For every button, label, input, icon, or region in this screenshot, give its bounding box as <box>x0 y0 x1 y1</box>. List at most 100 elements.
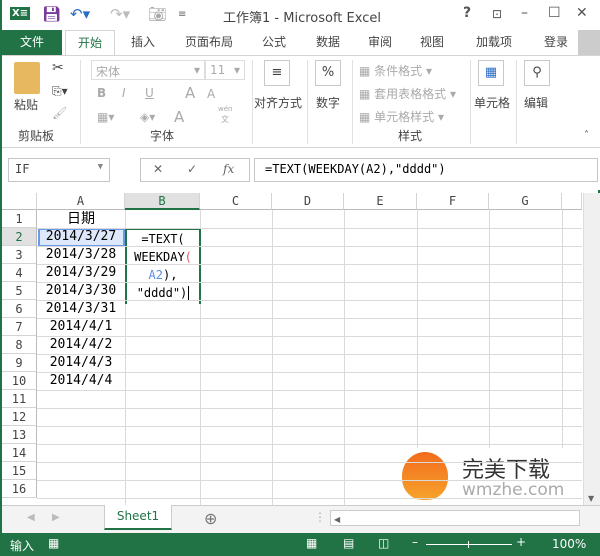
row-header-9[interactable]: 9 <box>2 354 37 372</box>
column-header-a[interactable]: A <box>37 193 125 210</box>
row-header-15[interactable]: 15 <box>2 462 37 480</box>
cell-a3[interactable]: 2014/3/28 <box>37 246 125 264</box>
splitter-handle[interactable]: ⋮ <box>314 510 326 524</box>
macro-record-icon[interactable]: ▦ <box>48 536 59 550</box>
maximize-icon[interactable]: ☐ <box>548 5 561 21</box>
cancel-button[interactable]: ✕ <box>153 162 163 176</box>
page-layout-view-icon[interactable]: ▤ <box>343 536 354 550</box>
scroll-down-icon[interactable]: ▼ <box>588 494 594 503</box>
tab-insert[interactable]: 插入 <box>120 30 166 55</box>
grow-font-button[interactable]: A <box>185 84 195 102</box>
zoom-slider[interactable] <box>426 541 512 548</box>
tab-review[interactable]: 审阅 <box>358 30 402 55</box>
column-header-f[interactable]: F <box>417 193 489 210</box>
column-header-e[interactable]: E <box>344 193 417 210</box>
zoom-out-button[interactable]: – <box>412 535 418 549</box>
minimize-icon[interactable]: – <box>521 5 528 21</box>
prev-sheet-icon[interactable]: ◀ <box>27 512 35 523</box>
tab-file[interactable]: 文件 <box>2 30 62 55</box>
row-header-14[interactable]: 14 <box>2 444 37 462</box>
find-binoculars-icon[interactable]: ⚲ <box>524 60 550 86</box>
font-size-select[interactable]: 11 ▾ <box>205 60 245 80</box>
normal-view-icon[interactable]: ▦ <box>306 536 317 550</box>
cell-a8[interactable]: 2014/4/2 <box>37 336 125 354</box>
cut-icon[interactable]: ✂ <box>52 60 64 76</box>
column-header-d[interactable]: D <box>272 193 344 210</box>
avatar[interactable] <box>578 30 600 55</box>
column-header-c[interactable]: C <box>200 193 272 210</box>
select-all-corner[interactable] <box>2 193 37 210</box>
align-icon[interactable]: ≡ <box>264 60 290 86</box>
cell-a6[interactable]: 2014/3/31 <box>37 300 125 318</box>
scroll-left-icon[interactable]: ◀ <box>331 515 340 524</box>
page-break-view-icon[interactable]: ◫ <box>378 536 389 550</box>
number-button[interactable]: 数字 <box>316 94 340 111</box>
tab-view[interactable]: 视图 <box>410 30 454 55</box>
enter-button[interactable]: ✓ <box>187 162 197 176</box>
sheet-tab-sheet1[interactable]: Sheet1 <box>104 505 172 530</box>
row-header-5[interactable]: 5 <box>2 282 37 300</box>
italic-button[interactable]: I <box>122 86 126 100</box>
row-header-16[interactable]: 16 <box>2 480 37 498</box>
shrink-font-button[interactable]: A <box>207 87 215 101</box>
cell-a10[interactable]: 2014/4/4 <box>37 372 125 390</box>
column-header-g[interactable]: G <box>489 193 562 210</box>
copy-icon[interactable]: ⎘▾ <box>52 84 68 99</box>
sign-in-link[interactable]: 登录 <box>538 30 574 55</box>
editing-cell-b2[interactable]: =TEXT( WEEKDAY( A2), "dddd") <box>125 228 201 304</box>
close-icon[interactable]: ✕ <box>576 5 588 21</box>
worksheet-grid[interactable]: A B C D E F G =TEXT( WEEKDAY( A2), "dddd… <box>2 193 582 505</box>
cells-icon[interactable]: ▦ <box>478 60 504 86</box>
row-header-12[interactable]: 12 <box>2 408 37 426</box>
new-sheet-icon[interactable]: ⊕ <box>204 509 217 528</box>
fill-color-icon[interactable]: ◈▾ <box>140 110 155 124</box>
format-as-table-button[interactable]: ▦ 套用表格格式 ▾ <box>359 85 456 102</box>
name-box[interactable]: IF ▼ <box>8 158 110 182</box>
zoom-level[interactable]: 100% <box>552 537 586 551</box>
percent-icon[interactable]: % <box>315 60 341 86</box>
borders-icon[interactable]: ▦▾ <box>97 110 114 124</box>
row-header-7[interactable]: 7 <box>2 318 37 336</box>
cell-a1-header[interactable]: 日期 <box>37 210 125 228</box>
format-painter-icon[interactable]: 🖌︎ <box>52 106 67 120</box>
tab-home[interactable]: 开始 <box>65 30 115 56</box>
cell-styles-button[interactable]: ▦ 单元格样式 ▾ <box>359 108 444 125</box>
row-header-10[interactable]: 10 <box>2 372 37 390</box>
alignment-button[interactable]: 对齐方式 <box>254 94 302 111</box>
row-header-8[interactable]: 8 <box>2 336 37 354</box>
tab-addins[interactable]: 加载项 <box>466 30 522 55</box>
paste-button[interactable]: 粘贴 <box>14 96 38 113</box>
zoom-in-button[interactable]: + <box>516 535 526 549</box>
next-sheet-icon[interactable]: ▶ <box>52 512 60 523</box>
tab-formulas[interactable]: 公式 <box>252 30 296 55</box>
cell-a5[interactable]: 2014/3/30 <box>37 282 125 300</box>
row-header-6[interactable]: 6 <box>2 300 37 318</box>
collapse-ribbon-icon[interactable]: ˄ <box>584 130 589 141</box>
tab-page-layout[interactable]: 页面布局 <box>174 30 244 55</box>
paste-icon[interactable] <box>14 62 40 94</box>
underline-button[interactable]: U <box>145 86 154 100</box>
ribbon-display-icon[interactable]: ⊡ <box>492 7 502 21</box>
bold-button[interactable]: B <box>97 86 106 100</box>
insert-function-button[interactable]: fx <box>223 162 234 176</box>
vertical-scrollbar[interactable]: ▼ <box>583 193 600 505</box>
row-header-4[interactable]: 4 <box>2 264 37 282</box>
font-color-button[interactable]: A <box>174 108 184 126</box>
cell-a7[interactable]: 2014/4/1 <box>37 318 125 336</box>
editing-button[interactable]: 编辑 <box>524 94 548 111</box>
zoom-slider-thumb[interactable] <box>468 541 469 548</box>
column-header-b[interactable]: B <box>125 193 200 210</box>
horizontal-scrollbar[interactable]: ◀ <box>330 510 580 526</box>
row-header-3[interactable]: 3 <box>2 246 37 264</box>
help-icon[interactable]: ? <box>463 5 471 21</box>
phonetic-button[interactable]: 文 <box>221 114 229 125</box>
cells-button[interactable]: 单元格 <box>474 94 510 111</box>
formula-input[interactable]: =TEXT(WEEKDAY(A2),"dddd") <box>254 158 598 182</box>
row-header-1[interactable]: 1 <box>2 210 37 228</box>
cell-a9[interactable]: 2014/4/3 <box>37 354 125 372</box>
row-header-13[interactable]: 13 <box>2 426 37 444</box>
tab-data[interactable]: 数据 <box>306 30 350 55</box>
cell-a2[interactable]: 2014/3/27 <box>37 228 125 246</box>
conditional-format-button[interactable]: ▦ 条件格式 ▾ <box>359 62 432 79</box>
row-header-2[interactable]: 2 <box>2 228 37 246</box>
